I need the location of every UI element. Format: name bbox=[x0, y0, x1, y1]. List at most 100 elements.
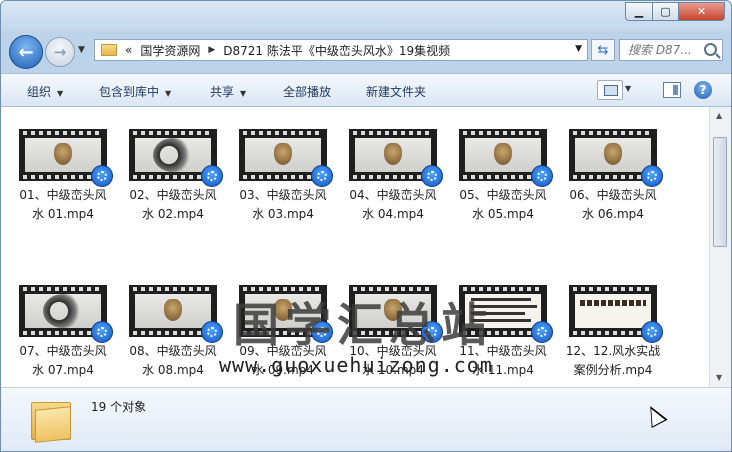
calligraphy-icon bbox=[580, 300, 646, 306]
file-name-line1: 08、中级峦头风 bbox=[129, 344, 217, 358]
include-in-library-button[interactable]: 包含到库中 ▼ bbox=[99, 83, 171, 100]
emblem-icon bbox=[604, 143, 622, 165]
emblem-icon bbox=[54, 143, 72, 165]
file-name: 02、中级峦头风水 02.mp4 bbox=[119, 186, 227, 224]
file-list: 01、中级峦头风水 01.mp4 02、中级峦头风水 02.mp4 03、中级峦头风… bbox=[1, 107, 709, 387]
media-player-icon bbox=[91, 165, 113, 187]
chevron-down-icon: ▼ bbox=[165, 89, 172, 98]
explorer-window: ▁ ▢ ✕ ← → ▼ « 国学资源网 ▶ D8721 陈法平《中级峦头风水》1… bbox=[0, 0, 732, 452]
file-item[interactable]: 07、中级峦头风水 07.mp4 bbox=[9, 263, 117, 377]
file-name: 08、中级峦头风水 08.mp4 bbox=[119, 342, 227, 380]
breadcrumb-root[interactable]: 国学资源网 bbox=[140, 42, 200, 59]
share-button[interactable]: 共享 ▼ bbox=[210, 83, 246, 100]
file-item[interactable]: 12、12.风水实战 案例分析.mp4 bbox=[559, 263, 667, 377]
thumbnail-frame bbox=[25, 138, 101, 172]
organize-label: 组织 bbox=[27, 85, 52, 99]
file-item[interactable]: 04、中级峦头风水 04.mp4 bbox=[339, 107, 447, 221]
file-item[interactable]: 06、中级峦头风水 06.mp4 bbox=[559, 107, 667, 221]
help-button[interactable]: ? bbox=[694, 81, 712, 99]
file-item[interactable]: 01、中级峦头风水 01.mp4 bbox=[9, 107, 117, 221]
file-name-line1: 03、中级峦头风 bbox=[239, 188, 327, 202]
file-name: 12、12.风水实战 案例分析.mp4 bbox=[559, 342, 667, 380]
file-name: 03、中级峦头风水 03.mp4 bbox=[229, 186, 337, 224]
details-pane: 19 个对象 bbox=[1, 387, 731, 451]
back-button[interactable]: ← bbox=[9, 35, 43, 69]
view-options-dropdown[interactable]: ▼ bbox=[625, 84, 631, 93]
folder-icon bbox=[101, 44, 117, 56]
thumbnail-frame bbox=[575, 294, 651, 328]
address-dropdown-icon[interactable]: ▼ bbox=[575, 44, 582, 54]
breadcrumb-prefix[interactable]: « bbox=[125, 43, 132, 57]
search-box[interactable] bbox=[619, 39, 723, 61]
file-name: 06、中级峦头风水 06.mp4 bbox=[559, 186, 667, 224]
play-all-button[interactable]: 全部播放 bbox=[283, 83, 331, 100]
file-name-line2: 水 08.mp4 bbox=[142, 363, 204, 377]
file-name-line2: 水 04.mp4 bbox=[362, 207, 424, 221]
file-name-line2: 水 03.mp4 bbox=[252, 207, 314, 221]
include-library-label: 包含到库中 bbox=[99, 85, 160, 99]
search-input[interactable] bbox=[626, 42, 704, 58]
refresh-button[interactable]: ⇆ bbox=[591, 39, 615, 61]
folder-icon bbox=[31, 396, 71, 443]
close-button[interactable]: ✕ bbox=[679, 2, 725, 21]
file-name-line2: 案例分析.mp4 bbox=[573, 363, 653, 377]
share-label: 共享 bbox=[210, 85, 235, 99]
file-item[interactable]: 02、中级峦头风水 02.mp4 bbox=[119, 107, 227, 221]
watermark-url: www.guoxuehuizong.com bbox=[219, 353, 493, 377]
thumbnail-frame bbox=[135, 138, 211, 172]
recent-pages-dropdown[interactable]: ▼ bbox=[78, 45, 85, 55]
media-player-icon bbox=[531, 165, 553, 187]
file-name: 01、中级峦头风水 01.mp4 bbox=[9, 186, 117, 224]
search-icon[interactable] bbox=[704, 43, 717, 56]
ink-swirl-icon bbox=[43, 294, 83, 328]
media-player-icon bbox=[201, 321, 223, 343]
media-player-icon bbox=[641, 165, 663, 187]
breadcrumb-current[interactable]: D8721 陈法平《中级峦头风水》19集视频 bbox=[223, 42, 450, 59]
emblem-icon bbox=[494, 143, 512, 165]
file-name-line1: 05、中级峦头风 bbox=[459, 188, 547, 202]
file-item[interactable]: 08、中级峦头风水 08.mp4 bbox=[119, 263, 227, 377]
item-count: 19 个对象 bbox=[91, 400, 147, 414]
change-view-button[interactable] bbox=[597, 80, 623, 100]
breadcrumb-separator-icon[interactable]: ▶ bbox=[208, 45, 215, 55]
file-item[interactable]: 03、中级峦头风水 03.mp4 bbox=[229, 107, 337, 221]
scroll-up-icon[interactable]: ▲ bbox=[716, 111, 722, 120]
file-name: 07、中级峦头风水 07.mp4 bbox=[9, 342, 117, 380]
maximize-button[interactable]: ▢ bbox=[653, 2, 679, 21]
file-name-line2: 水 01.mp4 bbox=[32, 207, 94, 221]
scroll-down-icon[interactable]: ▼ bbox=[716, 373, 722, 382]
emblem-icon bbox=[164, 299, 182, 321]
thumbnail-frame bbox=[575, 138, 651, 172]
file-name-line2: 水 07.mp4 bbox=[32, 363, 94, 377]
media-player-icon bbox=[91, 321, 113, 343]
forward-button[interactable]: → bbox=[45, 37, 75, 67]
caption-buttons: ▁ ▢ ✕ bbox=[625, 2, 725, 21]
media-player-icon bbox=[311, 165, 333, 187]
file-name-line1: 02、中级峦头风 bbox=[129, 188, 217, 202]
preview-pane-button[interactable] bbox=[663, 82, 681, 98]
thumbnail-frame bbox=[355, 138, 431, 172]
media-player-icon bbox=[201, 165, 223, 187]
address-bar[interactable]: « 国学资源网 ▶ D8721 陈法平《中级峦头风水》19集视频 ▼ bbox=[94, 39, 588, 61]
file-name-line1: 04、中级峦头风 bbox=[349, 188, 437, 202]
thumbnail-frame bbox=[135, 294, 211, 328]
thumbnail-frame bbox=[25, 294, 101, 328]
minimize-button[interactable]: ▁ bbox=[625, 2, 653, 21]
media-player-icon bbox=[421, 165, 443, 187]
file-name: 05、中级峦头风水 05.mp4 bbox=[449, 186, 557, 224]
command-bar: 组织 ▼ 包含到库中 ▼ 共享 ▼ 全部播放 新建文件夹 ▼ ? bbox=[1, 73, 731, 107]
media-player-icon bbox=[531, 321, 553, 343]
new-folder-button[interactable]: 新建文件夹 bbox=[366, 83, 426, 100]
file-item[interactable]: 05、中级峦头风水 05.mp4 bbox=[449, 107, 557, 221]
file-name-line1: 06、中级峦头风 bbox=[569, 188, 657, 202]
organize-button[interactable]: 组织 ▼ bbox=[27, 83, 63, 100]
chevron-down-icon: ▼ bbox=[240, 89, 247, 98]
vertical-scrollbar[interactable]: ▲ ▼ bbox=[709, 107, 731, 387]
chevron-down-icon: ▼ bbox=[57, 89, 64, 98]
ink-swirl-icon bbox=[153, 138, 193, 172]
file-name: 04、中级峦头风水 04.mp4 bbox=[339, 186, 447, 224]
scrollbar-thumb[interactable] bbox=[713, 137, 727, 247]
thumbnail-frame bbox=[245, 138, 321, 172]
file-name-line1: 01、中级峦头风 bbox=[19, 188, 107, 202]
emblem-icon bbox=[384, 143, 402, 165]
